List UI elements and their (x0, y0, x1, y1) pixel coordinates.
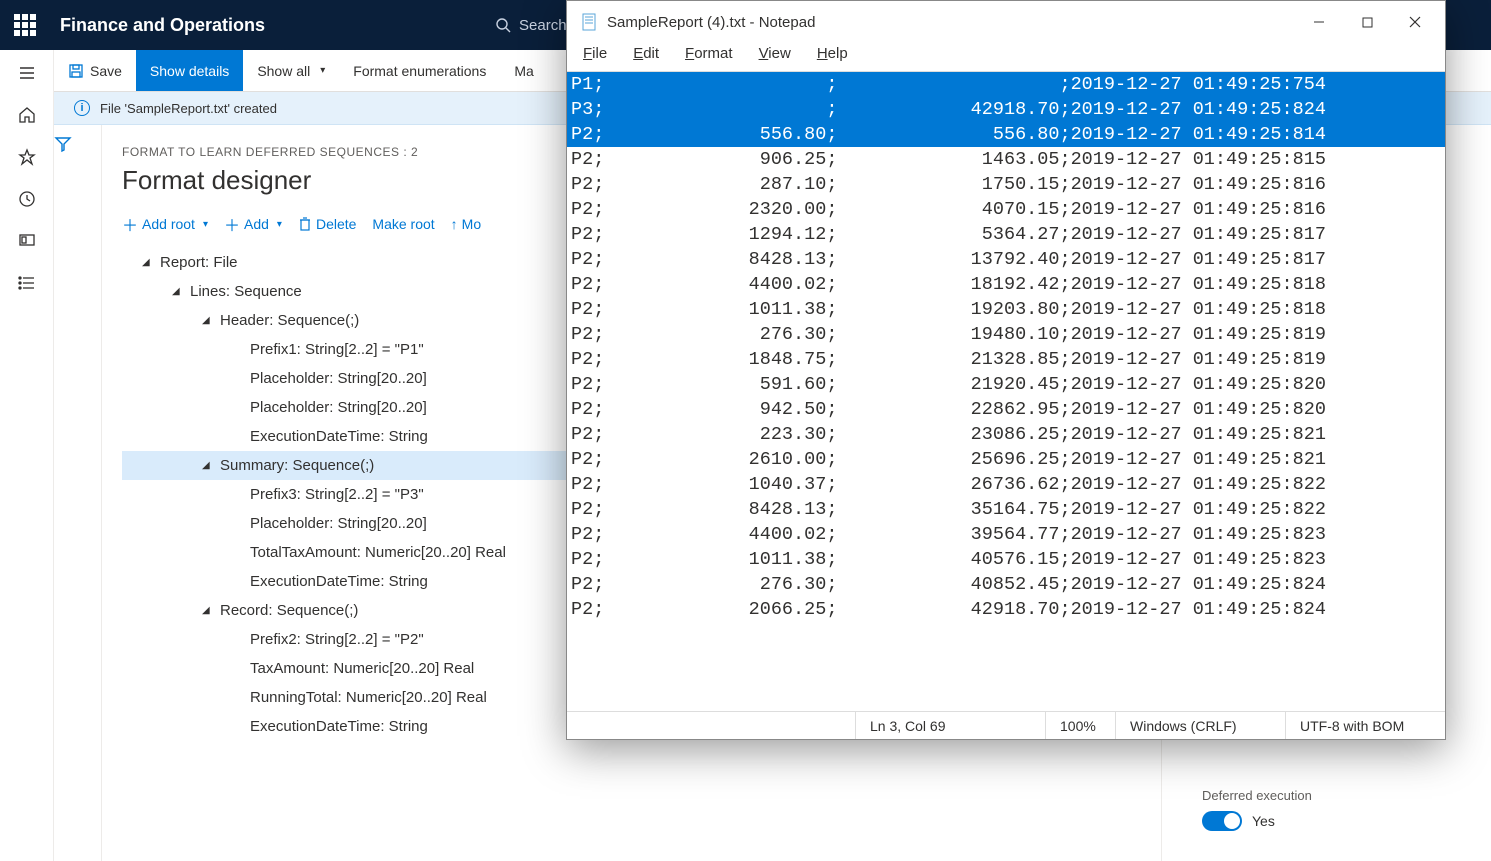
format-enum-label: Format enumerations (353, 63, 486, 79)
list-icon[interactable] (18, 274, 36, 292)
text-line: P1; ; ;2019-12-27 01:49:25:754 (567, 72, 1445, 97)
make-root-button[interactable]: Make root (372, 216, 434, 232)
text-line: P2; 223.30; 23086.25;2019-12-27 01:49:25… (567, 422, 1445, 447)
text-line: P2; 556.80; 556.80;2019-12-27 01:49:25:8… (567, 122, 1445, 147)
deferred-execution-label: Deferred execution (1202, 788, 1451, 803)
text-line: P2; 942.50; 22862.95;2019-12-27 01:49:25… (567, 397, 1445, 422)
save-icon (68, 63, 84, 79)
info-icon: i (74, 100, 90, 116)
deferred-execution-value: Yes (1252, 813, 1275, 829)
move-button[interactable]: ↑Mo (451, 216, 481, 232)
collapse-icon[interactable]: ◢ (202, 460, 214, 471)
format-enumerations-button[interactable]: Format enumerations (339, 50, 500, 91)
delete-button[interactable]: Delete (298, 216, 356, 232)
show-details-label: Show details (150, 63, 229, 79)
notepad-icon (581, 13, 599, 31)
menu-file[interactable]: File (579, 43, 611, 71)
text-line: P3; ; 42918.70;2019-12-27 01:49:25:824 (567, 97, 1445, 122)
notepad-title: SampleReport (4).txt - Notepad (607, 14, 815, 31)
text-line: P2; 2610.00; 25696.25;2019-12-27 01:49:2… (567, 447, 1445, 472)
notepad-window: SampleReport (4).txt - Notepad File Edit… (566, 0, 1446, 740)
menu-help[interactable]: Help (813, 43, 852, 71)
text-line: P2; 1040.37; 26736.62;2019-12-27 01:49:2… (567, 472, 1445, 497)
brand-title: Finance and Operations (60, 15, 265, 36)
nav-rail (0, 50, 54, 861)
text-line: P2; 1848.75; 21328.85;2019-12-27 01:49:2… (567, 347, 1445, 372)
collapse-icon[interactable]: ◢ (142, 257, 154, 268)
text-line: P2; 8428.13; 13792.40;2019-12-27 01:49:2… (567, 247, 1445, 272)
save-button[interactable]: Save (54, 50, 136, 91)
text-line: P2; 2066.25; 42918.70;2019-12-27 01:49:2… (567, 597, 1445, 622)
status-position: Ln 3, Col 69 (855, 712, 1045, 739)
text-line: P2; 1011.38; 19203.80;2019-12-27 01:49:2… (567, 297, 1445, 322)
collapse-icon[interactable]: ◢ (172, 286, 184, 297)
status-eol: Windows (CRLF) (1115, 712, 1285, 739)
add-root-button[interactable]: ＋Add root (122, 212, 208, 236)
add-button[interactable]: ＋Add (224, 212, 282, 236)
notepad-titlebar[interactable]: SampleReport (4).txt - Notepad (567, 1, 1445, 43)
info-message: File 'SampleReport.txt' created (100, 101, 277, 116)
text-line: P2; 287.10; 1750.15;2019-12-27 01:49:25:… (567, 172, 1445, 197)
text-line: P2; 4400.02; 18192.42;2019-12-27 01:49:2… (567, 272, 1445, 297)
show-all-label: Show all (257, 63, 310, 79)
deferred-execution-toggle[interactable] (1202, 811, 1242, 831)
minimize-button[interactable] (1295, 1, 1343, 43)
maximize-button[interactable] (1343, 1, 1391, 43)
menu-icon[interactable] (18, 64, 36, 82)
star-icon[interactable] (18, 148, 36, 166)
save-label: Save (90, 63, 122, 79)
notepad-text-area[interactable]: P1; ; ;2019-12-27 01:49:25:754P3; ; 4291… (567, 71, 1445, 711)
text-line: P2; 2320.00; 4070.15;2019-12-27 01:49:25… (567, 197, 1445, 222)
overflow-button[interactable]: Ma (500, 50, 547, 91)
search-icon (495, 17, 511, 33)
text-line: P2; 276.30; 40852.45;2019-12-27 01:49:25… (567, 572, 1445, 597)
notepad-statusbar: Ln 3, Col 69 100% Windows (CRLF) UTF-8 w… (567, 711, 1445, 739)
text-line: P2; 906.25; 1463.05;2019-12-27 01:49:25:… (567, 147, 1445, 172)
filter-icon[interactable] (54, 135, 72, 153)
notepad-menu: File Edit Format View Help (567, 43, 1445, 71)
close-button[interactable] (1391, 1, 1439, 43)
status-encoding: UTF-8 with BOM (1285, 712, 1445, 739)
overflow-label: Ma (514, 63, 533, 79)
status-spacer (567, 712, 855, 739)
show-details-button[interactable]: Show details (136, 50, 243, 91)
workspace-icon[interactable] (18, 232, 36, 250)
text-line: P2; 276.30; 19480.10;2019-12-27 01:49:25… (567, 322, 1445, 347)
text-line: P2; 591.60; 21920.45;2019-12-27 01:49:25… (567, 372, 1445, 397)
text-line: P2; 1294.12; 5364.27;2019-12-27 01:49:25… (567, 222, 1445, 247)
collapse-icon[interactable]: ◢ (202, 605, 214, 616)
collapse-icon[interactable]: ◢ (202, 315, 214, 326)
delete-icon (298, 217, 312, 231)
show-all-button[interactable]: Show all (243, 50, 339, 91)
clock-icon[interactable] (18, 190, 36, 208)
menu-format[interactable]: Format (681, 43, 737, 71)
filter-column (54, 125, 102, 861)
home-icon[interactable] (18, 106, 36, 124)
text-line: P2; 1011.38; 40576.15;2019-12-27 01:49:2… (567, 547, 1445, 572)
menu-view[interactable]: View (755, 43, 795, 71)
text-line: P2; 4400.02; 39564.77;2019-12-27 01:49:2… (567, 522, 1445, 547)
menu-edit[interactable]: Edit (629, 43, 663, 71)
status-zoom: 100% (1045, 712, 1115, 739)
app-launcher-icon[interactable] (10, 10, 40, 40)
text-line: P2; 8428.13; 35164.75;2019-12-27 01:49:2… (567, 497, 1445, 522)
